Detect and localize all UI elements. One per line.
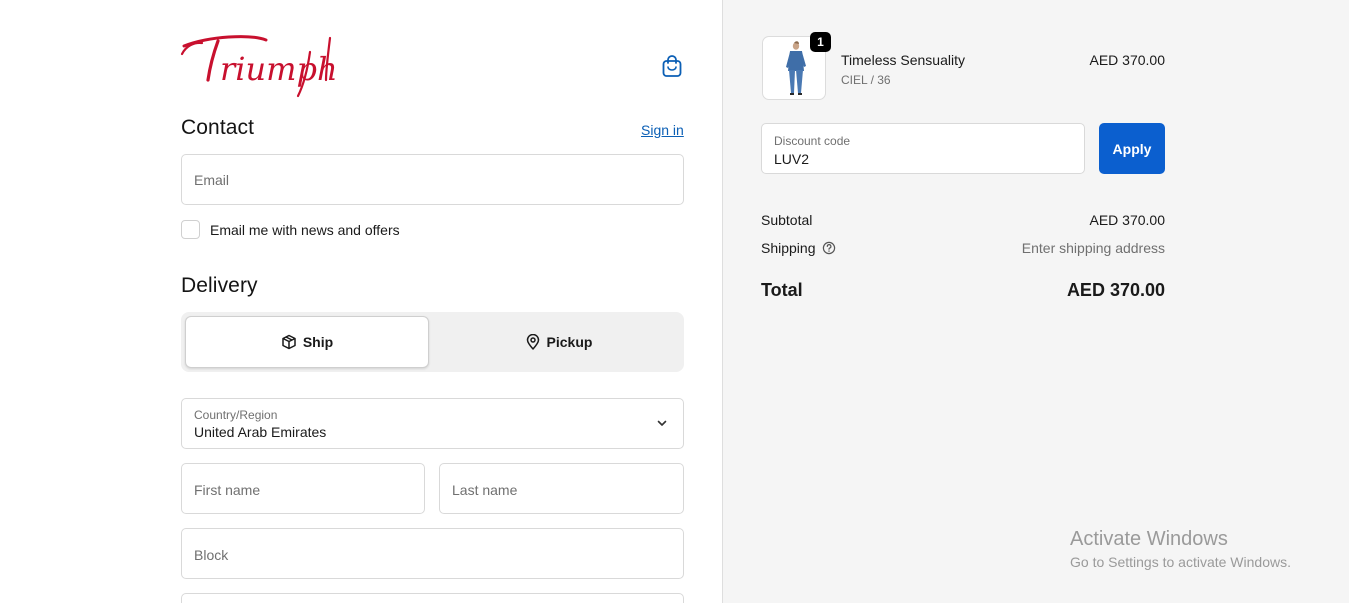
- contact-heading: Contact: [181, 116, 255, 139]
- first-name-field[interactable]: First name: [181, 463, 425, 514]
- last-name-field[interactable]: Last name: [439, 463, 684, 514]
- help-icon[interactable]: [822, 241, 836, 255]
- block-placeholder: Block: [194, 547, 229, 563]
- cart-button[interactable]: [660, 54, 684, 83]
- first-name-placeholder: First name: [194, 482, 261, 498]
- discount-code-label: Discount code: [774, 134, 851, 148]
- shipping-value: Enter shipping address: [1021, 240, 1165, 256]
- newsletter-label: Email me with news and offers: [210, 221, 400, 238]
- shipping-label: Shipping: [761, 240, 816, 256]
- subtotal-label: Subtotal: [761, 212, 813, 228]
- last-name-placeholder: Last name: [452, 482, 518, 498]
- pickup-option-label: Pickup: [546, 334, 593, 350]
- total-row: Total AED 370.00: [761, 280, 1165, 301]
- sign-in-link[interactable]: Sign in: [641, 122, 684, 138]
- quantity-badge: 1: [810, 32, 831, 52]
- activate-windows-watermark: Activate Windows Go to Settings to activ…: [1070, 528, 1291, 570]
- box-icon: [281, 334, 297, 350]
- discount-code-value: LUV2: [774, 151, 810, 167]
- triumph-logo[interactable]: riumph: [180, 32, 344, 100]
- apply-discount-button[interactable]: Apply: [1099, 123, 1165, 174]
- location-pin-icon: [525, 334, 541, 350]
- shipping-row: Shipping Enter shipping address: [761, 240, 1165, 256]
- delivery-heading: Delivery: [181, 274, 258, 297]
- total-value: AED 370.00: [1066, 280, 1165, 300]
- total-label: Total: [761, 280, 803, 300]
- pickup-option[interactable]: Pickup: [437, 316, 680, 368]
- activate-windows-subtitle: Go to Settings to activate Windows.: [1070, 554, 1291, 570]
- country-value: United Arab Emirates: [194, 424, 327, 440]
- chevron-down-icon: [655, 416, 669, 435]
- delivery-method-toggle: Ship Pickup: [181, 312, 684, 372]
- email-field[interactable]: Email: [181, 154, 684, 205]
- discount-code-field[interactable]: Discount code LUV2: [761, 123, 1085, 174]
- block-field[interactable]: Block: [181, 528, 684, 579]
- ship-option[interactable]: Ship: [185, 316, 429, 368]
- ship-option-label: Ship: [302, 334, 334, 350]
- email-placeholder: Email: [194, 172, 230, 188]
- newsletter-checkbox[interactable]: [181, 220, 200, 239]
- country-select[interactable]: Country/Region United Arab Emirates: [181, 398, 684, 449]
- newsletter-option[interactable]: Email me with news and offers: [181, 220, 400, 239]
- country-label: Country/Region: [194, 408, 278, 422]
- shopping-bag-icon: [661, 54, 683, 83]
- product-price: AED 370.00: [1089, 52, 1166, 68]
- subtotal-row: Subtotal AED 370.00: [761, 212, 1165, 228]
- svg-text:riumph: riumph: [220, 50, 338, 88]
- address-field[interactable]: [181, 593, 684, 603]
- product-name: Timeless Sensuality: [841, 52, 965, 68]
- product-variant: CIEL / 36: [841, 73, 891, 87]
- subtotal-value: AED 370.00: [1089, 212, 1166, 228]
- activate-windows-title: Activate Windows: [1070, 528, 1228, 550]
- checkout-form-panel: riumph Contact Sign in Email Email me wi…: [0, 0, 722, 603]
